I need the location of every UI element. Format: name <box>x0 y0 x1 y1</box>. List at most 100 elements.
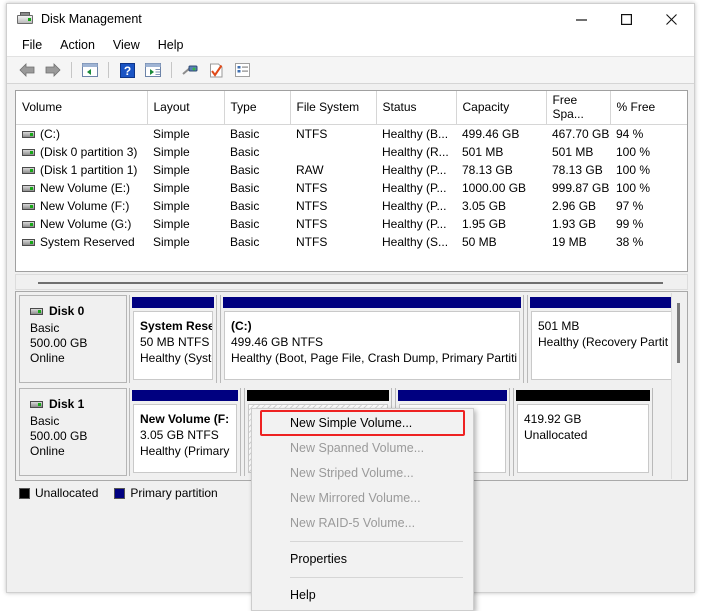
volume-icon <box>22 221 35 228</box>
back-icon[interactable] <box>15 59 39 81</box>
disk-name-label: Disk 0 <box>49 304 84 318</box>
partition-bar <box>132 390 238 401</box>
context-menu: New Simple Volume... New Spanned Volume.… <box>251 408 474 611</box>
volume-label: New Volume (F:) <box>40 199 129 213</box>
action-menu-icon[interactable] <box>230 59 254 81</box>
table-row[interactable]: (Disk 0 partition 3) Simple Basic Health… <box>16 143 688 161</box>
disk-size-1: 500.00 GB <box>30 429 126 444</box>
rescan-disks-icon[interactable] <box>178 59 202 81</box>
cell-file-system: NTFS <box>290 179 376 197</box>
table-row[interactable]: New Volume (G:) Simple Basic NTFS Health… <box>16 215 688 233</box>
cell-capacity: 1.95 GB <box>456 215 546 233</box>
window-controls <box>559 4 694 34</box>
svg-text:?: ? <box>123 64 130 78</box>
volume-icon <box>22 203 35 210</box>
volume-table-body: (C:) Simple Basic NTFS Healthy (B... 499… <box>16 125 688 252</box>
volume-icon <box>22 239 35 246</box>
partition-new-volume-f[interactable]: New Volume (F: 3.05 GB NTFS Healthy (Pri… <box>129 388 241 476</box>
scrollbar-thumb[interactable] <box>677 303 680 363</box>
cell-layout: Simple <box>147 197 224 215</box>
menu-item-properties[interactable]: Properties <box>252 547 473 572</box>
menu-file[interactable]: File <box>13 36 51 54</box>
toolbar-separator <box>171 62 172 78</box>
menu-view[interactable]: View <box>104 36 149 54</box>
cell-type: Basic <box>224 161 290 179</box>
table-row[interactable]: New Volume (E:) Simple Basic NTFS Health… <box>16 179 688 197</box>
partition-system-reserved[interactable]: System Rese 50 MB NTFS Healthy (Syste <box>129 295 217 383</box>
column-header-free-space[interactable]: Free Spa... <box>546 91 610 125</box>
cell-type: Basic <box>224 215 290 233</box>
volume-icon <box>22 167 35 174</box>
pane-splitter[interactable] <box>15 274 688 290</box>
help-icon[interactable]: ? <box>115 59 139 81</box>
forward-icon[interactable] <box>41 59 65 81</box>
cell-capacity: 499.46 GB <box>456 125 546 144</box>
cell-file-system <box>290 143 376 161</box>
toolbar-separator <box>71 62 72 78</box>
menu-help[interactable]: Help <box>149 36 193 54</box>
cell-volume: (Disk 1 partition 1) <box>16 161 147 179</box>
properties-icon[interactable] <box>204 59 228 81</box>
column-header-status[interactable]: Status <box>376 91 456 125</box>
partition-body: New Volume (F: 3.05 GB NTFS Healthy (Pri… <box>133 404 237 473</box>
cell-layout: Simple <box>147 125 224 144</box>
cell-type: Basic <box>224 143 290 161</box>
toolbar-separator <box>108 62 109 78</box>
legend-label: Unallocated <box>35 486 98 500</box>
cell-capacity: 78.13 GB <box>456 161 546 179</box>
table-row[interactable]: (C:) Simple Basic NTFS Healthy (B... 499… <box>16 125 688 144</box>
volume-list[interactable]: Volume Layout Type File System Status Ca… <box>15 90 688 272</box>
up-one-level-icon[interactable] <box>78 59 102 81</box>
menu-item-new-simple-volume[interactable]: New Simple Volume... <box>252 411 473 436</box>
cell-percent-free: 100 % <box>610 143 688 161</box>
table-row[interactable]: (Disk 1 partition 1) Simple Basic RAW He… <box>16 161 688 179</box>
partition-c-drive[interactable]: (C:) 499.46 GB NTFS Healthy (Boot, Page … <box>220 295 524 383</box>
partition-bar <box>398 390 507 401</box>
splitter-grip <box>38 282 663 284</box>
show-hide-console-tree-icon[interactable] <box>141 59 165 81</box>
partition-bar <box>530 297 674 308</box>
cell-free-space: 467.70 GB <box>546 125 610 144</box>
legend-label: Primary partition <box>130 486 217 500</box>
cell-capacity: 3.05 GB <box>456 197 546 215</box>
disk-info-0[interactable]: Disk 0 Basic 500.00 GB Online <box>19 295 127 383</box>
legend-item-unallocated: Unallocated <box>19 486 98 500</box>
cell-file-system: NTFS <box>290 197 376 215</box>
disk-size-0: 500.00 GB <box>30 336 126 351</box>
context-menu-gutter <box>252 409 282 610</box>
column-header-file-system[interactable]: File System <box>290 91 376 125</box>
column-header-layout[interactable]: Layout <box>147 91 224 125</box>
menu-bar: File Action View Help <box>7 34 694 56</box>
column-header-volume[interactable]: Volume <box>16 91 147 125</box>
minimize-button[interactable] <box>559 4 604 34</box>
disk-row-0[interactable]: Disk 0 Basic 500.00 GB Online System Res… <box>19 295 687 385</box>
partition-recovery[interactable]: 501 MB Healthy (Recovery Partit <box>527 295 677 383</box>
cell-free-space: 1.93 GB <box>546 215 610 233</box>
graphical-view-scrollbar[interactable] <box>671 293 686 479</box>
menu-separator <box>290 541 463 542</box>
toolbar: ? <box>7 56 694 84</box>
column-header-type[interactable]: Type <box>224 91 290 125</box>
disk-info-1[interactable]: Disk 1 Basic 500.00 GB Online <box>19 388 127 476</box>
close-button[interactable] <box>649 4 694 34</box>
partition-unallocated-large[interactable]: 419.92 GB Unallocated <box>513 388 653 476</box>
cell-capacity: 1000.00 GB <box>456 179 546 197</box>
cell-type: Basic <box>224 197 290 215</box>
partition-name: (C:) <box>231 318 515 334</box>
maximize-button[interactable] <box>604 4 649 34</box>
table-row[interactable]: New Volume (F:) Simple Basic NTFS Health… <box>16 197 688 215</box>
menu-action[interactable]: Action <box>51 36 104 54</box>
partition-bar <box>247 390 389 401</box>
partition-size: 3.05 GB NTFS <box>140 427 232 443</box>
cell-layout: Simple <box>147 143 224 161</box>
primary-partition-swatch-icon <box>114 488 125 499</box>
column-header-percent-free[interactable]: % Free <box>610 91 688 125</box>
disk-type-1: Basic <box>30 414 126 429</box>
table-row[interactable]: System Reserved Simple Basic NTFS Health… <box>16 233 688 251</box>
cell-status: Healthy (P... <box>376 197 456 215</box>
disk-type-0: Basic <box>30 321 126 336</box>
column-header-capacity[interactable]: Capacity <box>456 91 546 125</box>
volume-label: New Volume (E:) <box>40 181 130 195</box>
volume-icon <box>22 131 35 138</box>
menu-item-new-raid5-volume: New RAID-5 Volume... <box>252 511 473 536</box>
